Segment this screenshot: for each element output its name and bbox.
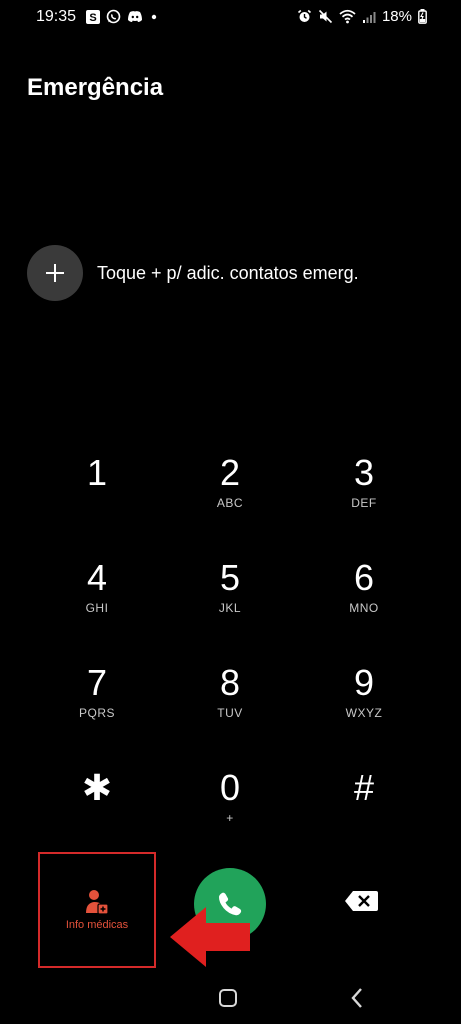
key-9[interactable]: 9 WXYZ	[299, 662, 429, 754]
key-letters: WXYZ	[345, 706, 383, 720]
add-emergency-contact-row[interactable]: Toque + p/ adic. contatos emerg.	[27, 245, 359, 301]
discord-icon	[127, 10, 143, 23]
plus-icon	[46, 264, 64, 282]
key-letters: MNO	[349, 601, 379, 615]
key-star[interactable]: ✱	[32, 767, 162, 859]
bottom-action-row: Info médicas	[0, 852, 461, 970]
key-3[interactable]: 3 DEF	[299, 452, 429, 544]
wifi-icon	[339, 9, 356, 24]
key-digit: 5	[219, 557, 241, 598]
key-5[interactable]: 5 JKL	[165, 557, 295, 649]
key-6[interactable]: 6 MNO	[299, 557, 429, 649]
add-contact-button[interactable]	[27, 245, 83, 301]
status-time: 19:35	[36, 8, 77, 25]
key-letters: TUV	[217, 706, 243, 720]
key-2[interactable]: 2 ABC	[165, 452, 295, 544]
medical-info-label: Info médicas	[65, 919, 129, 931]
key-letters: +	[226, 811, 234, 825]
back-icon[interactable]	[350, 987, 364, 1009]
whatsapp-icon	[106, 9, 121, 24]
key-letters: PQRS	[78, 706, 115, 720]
key-digit: 9	[353, 662, 375, 703]
battery-charging-icon	[418, 9, 427, 24]
key-letters: ABC	[216, 496, 244, 510]
medical-info-button[interactable]: Info médicas	[38, 852, 156, 968]
mute-icon	[318, 9, 333, 24]
key-digit: 8	[219, 662, 241, 703]
red-arrow-annotation	[170, 907, 250, 967]
home-button[interactable]	[219, 989, 237, 1007]
key-letters: JKL	[218, 601, 242, 615]
signal-icon	[362, 10, 376, 24]
key-digit: 1	[86, 452, 108, 493]
notification-icons: S	[86, 9, 159, 24]
add-contact-label: Toque + p/ adic. contatos emerg.	[97, 262, 359, 283]
system-icons: 18%	[297, 8, 427, 25]
battery-percentage: 18%	[381, 8, 412, 25]
key-7[interactable]: 7 PQRS	[32, 662, 162, 754]
backspace-icon	[345, 891, 378, 911]
key-digit: #	[353, 767, 375, 808]
key-8[interactable]: 8 TUV	[165, 662, 295, 754]
key-hash[interactable]: #	[299, 767, 429, 859]
key-letters: GHI	[85, 601, 109, 615]
key-digit: 2	[219, 452, 241, 493]
s-app-icon: S	[86, 9, 100, 24]
key-digit: 6	[353, 557, 375, 598]
key-digit: 7	[86, 662, 108, 703]
key-digit: 0	[219, 767, 241, 808]
key-digit: 4	[86, 557, 108, 598]
backspace-button[interactable]	[344, 889, 380, 918]
key-letters: DEF	[351, 496, 377, 510]
svg-text:S: S	[89, 12, 96, 24]
page-title: Emergência	[27, 74, 164, 101]
key-1[interactable]: 1	[32, 452, 162, 544]
alarm-icon	[297, 9, 312, 24]
medical-info-icon	[86, 890, 109, 915]
system-nav-bar	[0, 970, 461, 1024]
status-bar: 19:35 S 18%	[0, 0, 461, 34]
key-digit: ✱	[81, 767, 113, 808]
key-digit: 3	[353, 452, 375, 493]
more-notifications-dot-icon	[149, 12, 159, 22]
key-0[interactable]: 0 +	[165, 767, 295, 859]
key-4[interactable]: 4 GHI	[32, 557, 162, 649]
